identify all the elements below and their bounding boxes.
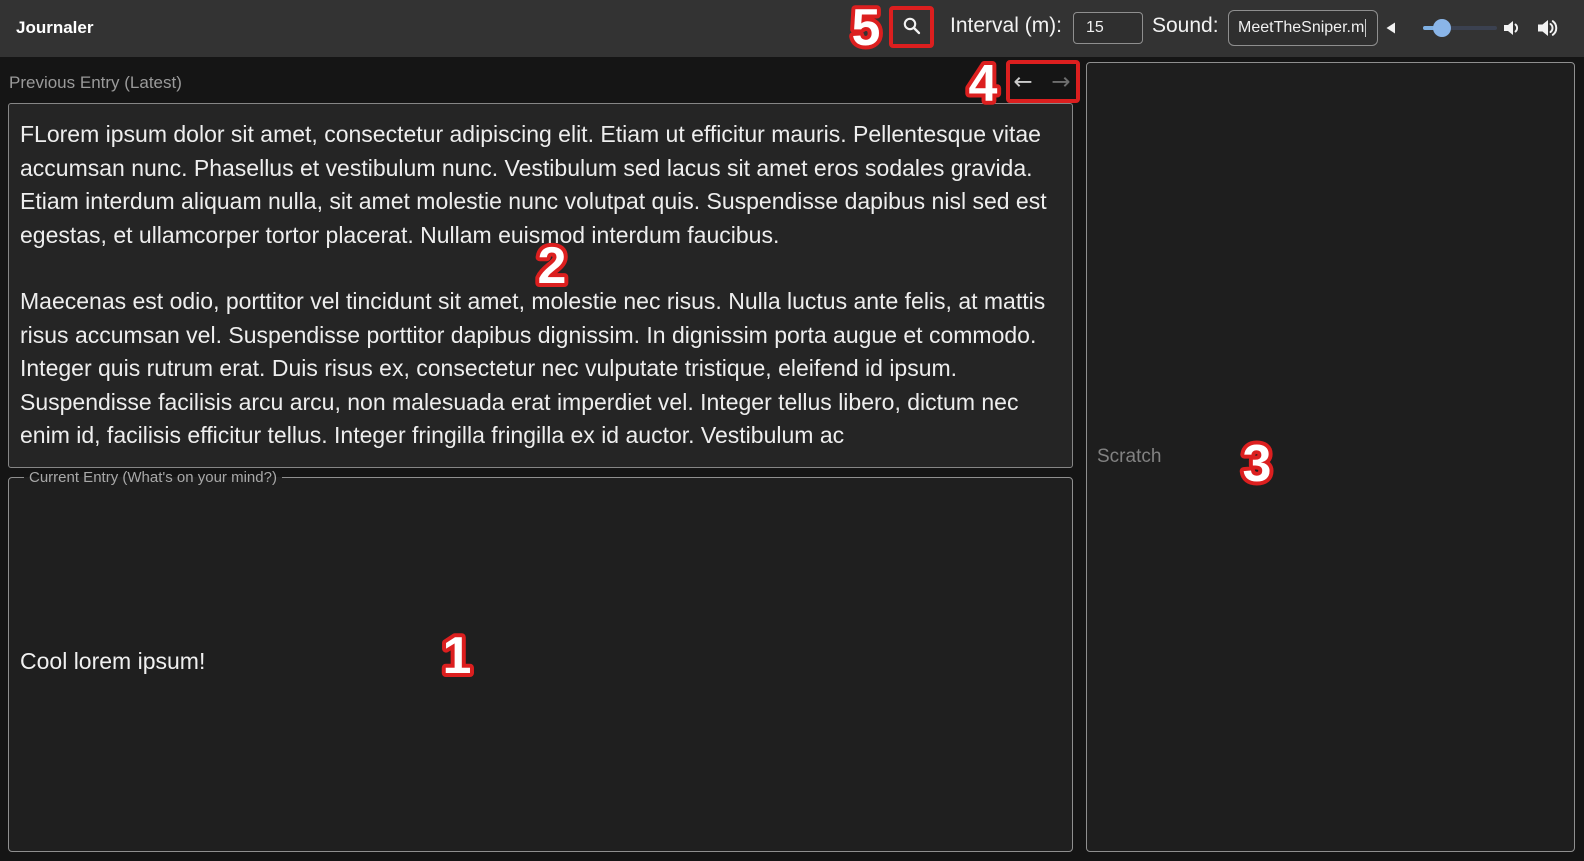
interval-input[interactable] xyxy=(1073,12,1143,44)
scratch-textbox[interactable]: Scratch xyxy=(1086,62,1575,852)
app-title: Journaler xyxy=(16,18,93,38)
sound-label: Sound: xyxy=(1152,14,1219,38)
nav-forward-button[interactable]: → xyxy=(1044,61,1078,103)
volume-low-icon xyxy=(1382,19,1400,37)
text-caret xyxy=(1365,19,1366,37)
journaler-window: Journaler Interval (m): Sound: MeetTheSn… xyxy=(0,0,1584,861)
current-entry-label: Current Entry (What's on your mind?) xyxy=(24,469,282,486)
search-icon xyxy=(900,14,924,38)
scratch-placeholder: Scratch xyxy=(1097,446,1161,468)
search-button[interactable] xyxy=(895,10,929,44)
previous-entry-textbox[interactable]: FLorem ipsum dolor sit amet, consectetur… xyxy=(8,103,1073,468)
volume-slider[interactable] xyxy=(1423,17,1497,39)
arrow-right-icon: → xyxy=(1051,69,1070,95)
volume-slider-handle[interactable] xyxy=(1433,19,1451,37)
previous-entry-paragraph: Maecenas est odio, porttitor vel tincidu… xyxy=(20,285,1058,453)
nav-back-button[interactable]: ← xyxy=(1006,61,1040,103)
sound-input[interactable]: MeetTheSniper.m xyxy=(1228,10,1378,46)
interval-label: Interval (m): xyxy=(950,14,1062,38)
arrow-left-icon: ← xyxy=(1013,69,1032,95)
volume-high-icon[interactable] xyxy=(1535,15,1561,41)
sound-input-value: MeetTheSniper.m xyxy=(1238,19,1364,37)
volume-medium-icon[interactable] xyxy=(1501,17,1523,39)
previous-entry-label: Previous Entry (Latest) xyxy=(9,73,182,93)
current-entry-value: Cool lorem ipsum! xyxy=(20,648,205,675)
previous-entry-paragraph: FLorem ipsum dolor sit amet, consectetur… xyxy=(20,118,1058,252)
topbar: Journaler Interval (m): Sound: MeetTheSn… xyxy=(0,0,1584,57)
entry-nav: ← → xyxy=(1006,61,1080,103)
